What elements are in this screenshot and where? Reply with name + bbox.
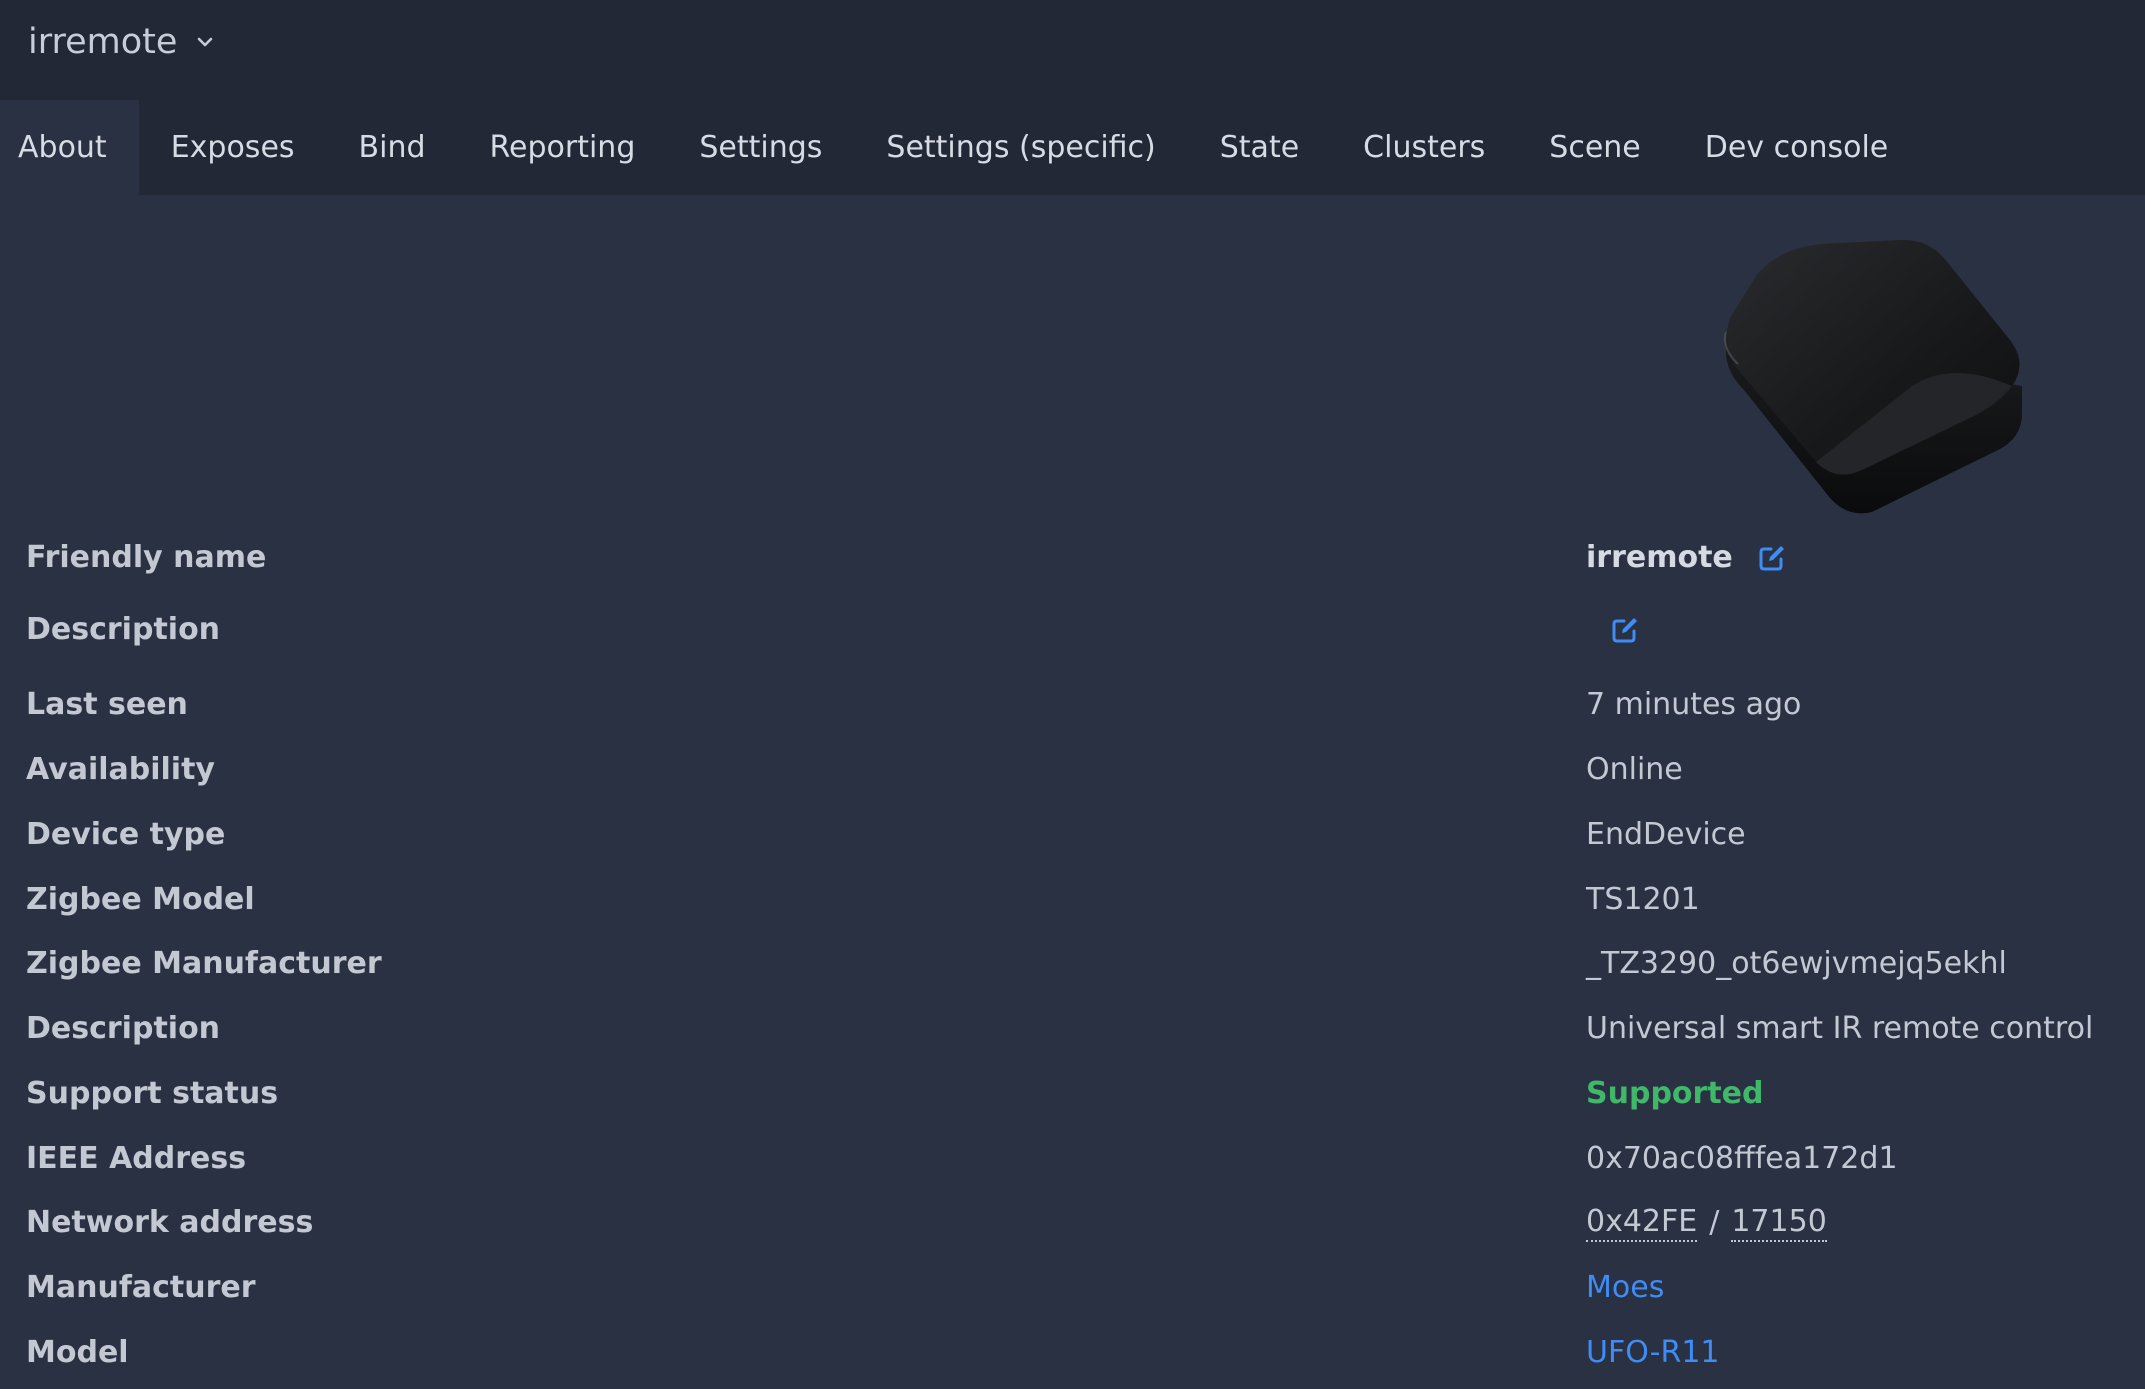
tab-scene[interactable]: Scene xyxy=(1517,100,1672,195)
description-label: Description xyxy=(26,1011,221,1046)
tab-about[interactable]: About xyxy=(0,100,139,195)
device-type-value: EndDevice xyxy=(1586,817,1746,852)
model-value: UFO-R11 xyxy=(1586,1323,1720,1383)
zigbee-manufacturer-value: _TZ3290_ot6ewjvmejq5ekhl xyxy=(1586,946,2007,981)
zigbee-manufacturer-label: Zigbee Manufacturer xyxy=(26,946,382,981)
network-address-separator: / xyxy=(1709,1205,1720,1240)
tab-label: Settings (specific) xyxy=(886,130,1156,165)
tab-label: Reporting xyxy=(489,130,636,165)
support-status-value: Supported xyxy=(1586,1076,1764,1111)
network-address-label: Network address xyxy=(26,1205,314,1240)
model-link[interactable]: UFO-R11 xyxy=(1586,1323,1720,1383)
row-zigbee-manufacturer: Zigbee Manufacturer _TZ3290_ot6ewjvmejq5… xyxy=(0,934,2145,994)
tab-label: Settings xyxy=(699,130,823,165)
tab-label: Bind xyxy=(358,130,426,165)
row-availability: Availability Online xyxy=(0,740,2145,800)
tab-settings-specific[interactable]: Settings (specific) xyxy=(854,100,1187,195)
ieee-address-value: 0x70ac08fffea172d1 xyxy=(1586,1141,1898,1176)
tab-label: Exposes xyxy=(170,130,295,165)
last-seen-value: 7 minutes ago xyxy=(1586,687,1802,722)
support-status-label: Support status xyxy=(26,1076,279,1111)
row-description: Description Universal smart IR remote co… xyxy=(0,999,2145,1059)
chevron-down-icon xyxy=(198,37,213,47)
row-ieee-address: IEEE Address 0x70ac08fffea172d1 xyxy=(0,1129,2145,1189)
row-model: Model UFO-R11 xyxy=(0,1323,2145,1383)
manufacturer-link[interactable]: Moes xyxy=(1586,1258,1664,1318)
last-seen-label: Last seen xyxy=(26,687,188,722)
tab-label: Scene xyxy=(1549,130,1641,165)
device-selector-dropdown[interactable]: irremote xyxy=(28,14,215,70)
tab-bar: About Exposes Bind Reporting Settings Se… xyxy=(0,100,1920,195)
network-address-hex: 0x42FE xyxy=(1586,1204,1698,1242)
tab-clusters[interactable]: Clusters xyxy=(1331,100,1517,195)
tab-dev-console[interactable]: Dev console xyxy=(1673,100,1921,195)
availability-value: Online xyxy=(1586,752,1683,787)
row-support-status: Support status Supported xyxy=(0,1064,2145,1124)
friendly-name-label: Friendly name xyxy=(26,540,267,575)
zigbee-model-label: Zigbee Model xyxy=(26,882,255,917)
tab-label: State xyxy=(1219,130,1300,165)
device-image xyxy=(1724,239,2022,514)
tab-reporting[interactable]: Reporting xyxy=(458,100,668,195)
tab-settings[interactable]: Settings xyxy=(667,100,854,195)
device-selector-label: irremote xyxy=(28,22,178,62)
row-manufacturer: Manufacturer Moes xyxy=(0,1258,2145,1318)
zigbee-model-value: TS1201 xyxy=(1586,882,1700,917)
availability-label: Availability xyxy=(26,752,215,787)
tab-bind[interactable]: Bind xyxy=(327,100,458,195)
manufacturer-value: Moes xyxy=(1586,1258,1664,1318)
edit-icon[interactable] xyxy=(1610,615,1640,645)
row-last-seen: Last seen 7 minutes ago xyxy=(0,675,2145,735)
device-type-label: Device type xyxy=(26,817,226,852)
row-zigbee-model: Zigbee Model TS1201 xyxy=(0,870,2145,930)
tab-label: About xyxy=(18,130,107,165)
description-value: Universal smart IR remote control xyxy=(1586,1011,2094,1046)
row-network-address: Network address 0x42FE / 17150 xyxy=(0,1193,2145,1253)
manufacturer-label: Manufacturer xyxy=(26,1270,256,1305)
tab-label: Clusters xyxy=(1363,130,1486,165)
description-edit-label: Description xyxy=(26,612,221,647)
friendly-name-text: irremote xyxy=(1586,540,1733,575)
tab-state[interactable]: State xyxy=(1188,100,1331,195)
row-friendly-name: Friendly name irremote xyxy=(0,528,2145,588)
description-edit-value xyxy=(1586,600,1640,660)
model-label: Model xyxy=(26,1335,129,1370)
tab-label: Dev console xyxy=(1704,130,1889,165)
top-bar: irremote About Exposes Bind Reporting Se… xyxy=(0,0,2145,195)
network-address-value: 0x42FE / 17150 xyxy=(1586,1193,1827,1253)
friendly-name-value: irremote xyxy=(1586,528,1787,588)
row-device-type: Device type EndDevice xyxy=(0,805,2145,865)
tab-exposes[interactable]: Exposes xyxy=(139,100,327,195)
network-address-dec: 17150 xyxy=(1731,1204,1827,1242)
row-description-edit: Description xyxy=(0,600,2145,660)
edit-icon[interactable] xyxy=(1757,543,1787,573)
ieee-address-label: IEEE Address xyxy=(26,1141,247,1176)
